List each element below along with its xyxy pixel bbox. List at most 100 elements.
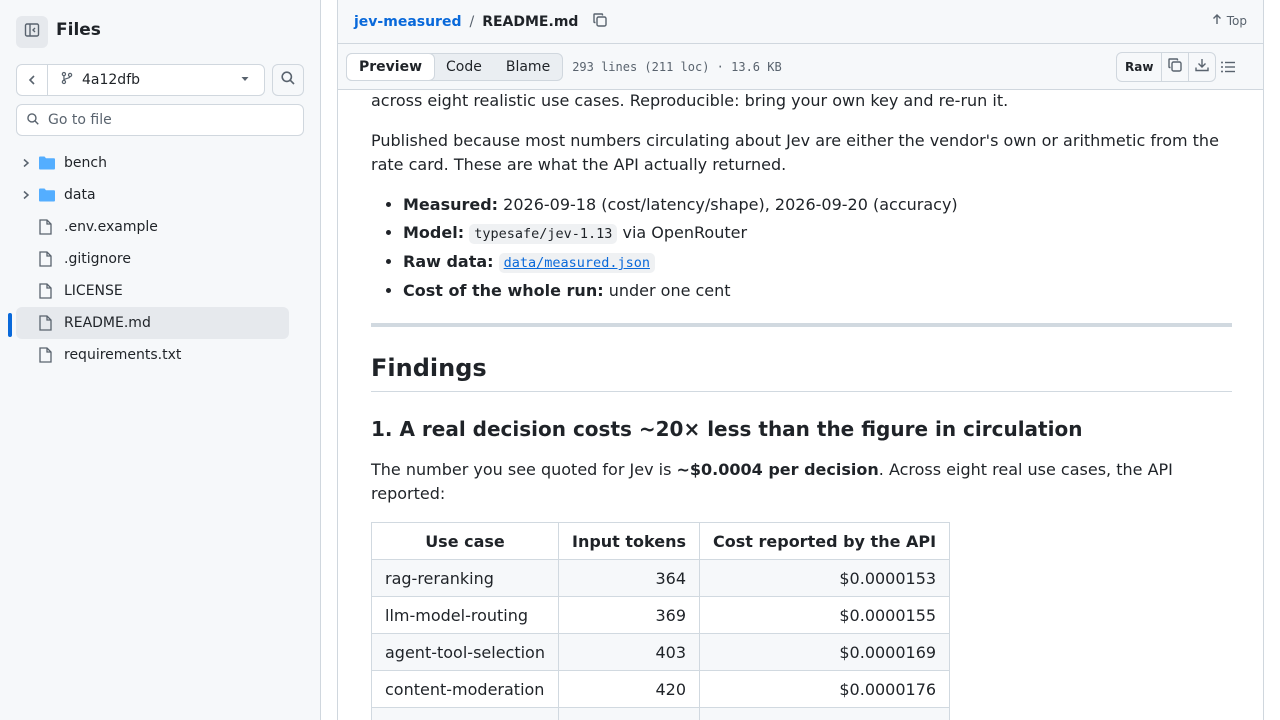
file-sidebar: Files 4a12dfb Go to file bench data .env… <box>0 0 321 720</box>
table-cell: llm-model-routing <box>371 596 559 634</box>
tree-item-license[interactable]: LICENSE <box>16 275 289 307</box>
tree-item-env-example[interactable]: .env.example <box>16 211 289 243</box>
copy-path-button[interactable] <box>592 12 608 32</box>
folder-icon <box>38 155 56 171</box>
go-to-file-box <box>16 104 304 136</box>
tree-item-label: data <box>64 187 96 203</box>
branch-select[interactable]: 4a12dfb <box>48 65 264 95</box>
tab-blame[interactable]: Blame <box>494 54 562 80</box>
file-icon <box>38 315 56 331</box>
raw-button[interactable]: Raw <box>1117 53 1161 81</box>
active-indicator <box>8 313 12 337</box>
sidebar-collapse-icon <box>24 22 40 42</box>
table-cell: 364 <box>557 559 701 597</box>
fact-value: under one cent <box>608 281 731 300</box>
list-item: Model: typesafe/jev-1.13 via OpenRouter <box>403 221 1232 246</box>
tree-item-label: .gitignore <box>64 251 131 267</box>
list-icon <box>1220 60 1236 79</box>
divider <box>371 323 1232 327</box>
column-header: Input tokens <box>557 522 701 560</box>
finding-1-heading: 1. A real decision costs ~20× less than … <box>371 417 1083 441</box>
breadcrumb-separator: / <box>469 13 475 30</box>
fact-value: via OpenRouter <box>622 223 748 242</box>
file-actions: Raw <box>1116 52 1217 82</box>
tab-code[interactable]: Code <box>434 54 494 80</box>
text-span: The number you see quoted for Jev is <box>371 460 677 479</box>
fact-key: Raw data: <box>403 252 494 271</box>
collapse-sidebar-button[interactable] <box>16 16 48 48</box>
arrow-up-icon <box>1211 13 1223 28</box>
raw-data-link[interactable]: data/measured.json <box>498 253 655 273</box>
download-icon <box>1194 57 1210 77</box>
tree-item-label: bench <box>64 155 107 171</box>
caret-down-icon <box>240 72 250 88</box>
file-toolbar: Preview Code Blame 293 lines (211 loc) ·… <box>338 44 1263 90</box>
table-cell: rag-reranking <box>371 559 559 597</box>
readme-content: across eight realistic use cases. Reprod… <box>371 91 1232 720</box>
back-to-top-link[interactable]: Top <box>1211 13 1247 28</box>
search-icon <box>280 70 296 90</box>
back-button[interactable] <box>17 65 48 95</box>
table-cell: $0.0000153 <box>699 559 951 597</box>
table-row: agent-tool-selection 403 $0.0000169 <box>371 633 951 671</box>
table-cell: $0.0000200 <box>699 707 951 720</box>
column-header: Use case <box>371 522 559 560</box>
copy-raw-button[interactable] <box>1161 53 1188 81</box>
breadcrumb: jev-measured / README.md Top <box>338 0 1263 44</box>
tree-item-requirements[interactable]: requirements.txt <box>16 339 289 371</box>
fact-value: 2026-09-18 (cost/latency/shape), 2026-09… <box>503 195 958 214</box>
tab-preview[interactable]: Preview <box>346 52 436 81</box>
branch-name: 4a12dfb <box>82 72 141 88</box>
breadcrumb-repo-link[interactable]: jev-measured <box>354 14 461 30</box>
go-to-file-input[interactable] <box>48 112 288 128</box>
file-icon <box>38 251 56 267</box>
tree-item-label: .env.example <box>64 219 158 235</box>
file-icon <box>38 283 56 299</box>
tree-item-label: README.md <box>64 315 151 331</box>
cost-table: Use case Input tokens Cost reported by t… <box>371 522 951 720</box>
fact-key: Cost of the whole run: <box>403 281 604 300</box>
findings-heading: Findings <box>371 353 1232 392</box>
tree-item-label: requirements.txt <box>64 347 182 363</box>
table-cell: $0.0000176 <box>699 670 951 708</box>
breadcrumb-file: README.md <box>482 13 579 30</box>
table-cell: 403 <box>557 633 701 671</box>
bold-figure: ~$0.0004 per decision <box>676 460 879 479</box>
column-header: Cost reported by the API <box>699 522 951 560</box>
table-cell: lead-scoring <box>371 707 559 720</box>
file-meta: 293 lines (211 loc) · 13.6 KB <box>572 59 782 74</box>
file-icon <box>38 347 56 363</box>
tree-item-label: LICENSE <box>64 283 123 299</box>
file-tree: bench data .env.example .gitignore LICEN… <box>16 147 289 371</box>
table-row: content-moderation 420 $0.0000176 <box>371 670 951 708</box>
copy-icon <box>592 12 608 32</box>
paragraph: across eight realistic use cases. Reprod… <box>371 91 1009 110</box>
table-row: llm-model-routing 369 $0.0000155 <box>371 596 951 634</box>
copy-icon <box>1167 57 1183 77</box>
tree-item-gitignore[interactable]: .gitignore <box>16 243 289 275</box>
table-cell: 478 <box>557 707 701 720</box>
table-cell: content-moderation <box>371 670 559 708</box>
view-mode-tabs: Preview Code Blame <box>346 52 564 81</box>
paragraph: The number you see quoted for Jev is ~$0… <box>371 458 1232 506</box>
tree-item-readme[interactable]: README.md <box>16 307 289 339</box>
table-cell: $0.0000169 <box>699 633 951 671</box>
branch-picker: 4a12dfb <box>16 64 265 96</box>
list-item: Cost of the whole run: under one cent <box>403 279 1232 303</box>
table-row: lead-scoring 478 $0.0000200 <box>371 707 951 720</box>
table-cell: $0.0000155 <box>699 596 951 634</box>
outline-button[interactable] <box>1220 59 1236 79</box>
paragraph: Published because most numbers circulati… <box>371 131 1219 174</box>
tree-item-bench[interactable]: bench <box>16 147 289 179</box>
fact-key: Model: <box>403 223 465 242</box>
list-item: Raw data: data/measured.json <box>403 250 1232 275</box>
table-cell: 369 <box>557 596 701 634</box>
file-viewer: jev-measured / README.md Top Preview Cod… <box>337 0 1264 720</box>
tree-item-data[interactable]: data <box>16 179 289 211</box>
search-button[interactable] <box>272 64 304 96</box>
list-item: Measured: 2026-09-18 (cost/latency/shape… <box>403 193 1232 217</box>
download-button[interactable] <box>1188 53 1215 81</box>
git-branch-icon <box>60 71 74 89</box>
sidebar-title: Files <box>56 20 101 40</box>
model-code: typesafe/jev-1.13 <box>469 224 618 244</box>
